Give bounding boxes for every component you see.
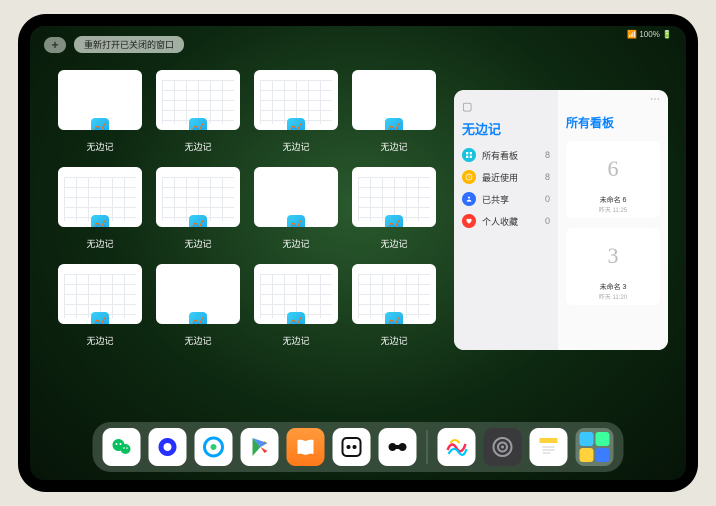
window-card[interactable]: 无边记 xyxy=(254,70,338,153)
window-thumbnail[interactable] xyxy=(352,167,436,227)
window-label: 无边记 xyxy=(282,237,309,250)
share-icon xyxy=(462,192,476,206)
dock-app-notes[interactable] xyxy=(530,428,568,466)
window-thumbnail[interactable] xyxy=(352,264,436,324)
clock-icon xyxy=(462,170,476,184)
more-icon[interactable]: ⋯ xyxy=(650,94,660,105)
window-card[interactable]: 无边记 xyxy=(156,264,240,347)
category-count: 0 xyxy=(545,194,550,204)
window-thumbnail[interactable] xyxy=(254,70,338,130)
category-count: 0 xyxy=(545,216,550,226)
dock-folder[interactable] xyxy=(576,428,614,466)
category-row-heart[interactable]: 个人收藏 0 xyxy=(462,214,550,228)
category-row-grid[interactable]: 所有看板 8 xyxy=(462,148,550,162)
freeform-app-icon xyxy=(385,312,403,324)
window-thumbnail[interactable] xyxy=(58,264,142,324)
heart-icon xyxy=(462,214,476,228)
category-row-clock[interactable]: 最近使用 8 xyxy=(462,170,550,184)
freeform-app-icon xyxy=(91,215,109,227)
window-label: 无边记 xyxy=(86,140,113,153)
window-thumbnail[interactable] xyxy=(58,167,142,227)
window-card[interactable]: 无边记 xyxy=(254,264,338,347)
window-card[interactable]: 无边记 xyxy=(156,70,240,153)
app-switcher-grid: 无边记无边记无边记无边记无边记无边记无边记无边记无边记无边记无边记无边记 xyxy=(58,70,448,347)
new-window-button[interactable]: + xyxy=(44,37,66,53)
freeform-app-icon xyxy=(385,118,403,130)
window-card[interactable]: 无边记 xyxy=(58,264,142,347)
window-card[interactable]: 无边记 xyxy=(352,264,436,347)
board-card[interactable]: 6 未命名 6 昨天 11:25 xyxy=(566,141,660,218)
window-thumbnail[interactable] xyxy=(254,167,338,227)
grid-icon xyxy=(462,148,476,162)
screen: 📶 100% 🔋 + 重新打开已关闭的窗口 无边记无边记无边记无边记无边记无边记… xyxy=(30,26,686,480)
board-name: 未命名 3 xyxy=(570,280,656,292)
window-card[interactable]: 无边记 xyxy=(58,167,142,250)
window-label: 无边记 xyxy=(380,237,407,250)
sidebar-toggle-icon[interactable]: ▢ xyxy=(462,100,550,113)
window-card[interactable]: 无边记 xyxy=(156,167,240,250)
category-count: 8 xyxy=(545,172,550,182)
window-label: 无边记 xyxy=(184,140,211,153)
window-label: 无边记 xyxy=(184,237,211,250)
window-label: 无边记 xyxy=(86,334,113,347)
freeform-app-icon xyxy=(91,312,109,324)
dock-app-play[interactable] xyxy=(241,428,279,466)
category-count: 8 xyxy=(545,150,550,160)
dock-app-freeform[interactable] xyxy=(438,428,476,466)
reopen-closed-window-button[interactable]: 重新打开已关闭的窗口 xyxy=(74,36,184,53)
window-thumbnail[interactable] xyxy=(58,70,142,130)
window-label: 无边记 xyxy=(86,237,113,250)
dock-app-settings[interactable] xyxy=(484,428,522,466)
board-card[interactable]: 3 未命名 3 昨天 11:20 xyxy=(566,228,660,305)
window-label: 无边记 xyxy=(282,140,309,153)
window-card[interactable]: 无边记 xyxy=(58,70,142,153)
dock xyxy=(93,422,624,472)
window-label: 无边记 xyxy=(380,334,407,347)
dock-app-quark[interactable] xyxy=(149,428,187,466)
window-label: 无边记 xyxy=(380,140,407,153)
window-thumbnail[interactable] xyxy=(156,70,240,130)
tablet-frame: 📶 100% 🔋 + 重新打开已关闭的窗口 无边记无边记无边记无边记无边记无边记… xyxy=(18,14,698,492)
freeform-app-icon xyxy=(287,215,305,227)
window-card[interactable]: 无边记 xyxy=(254,167,338,250)
panel-left-title: 无边记 xyxy=(462,119,550,138)
freeform-app-icon xyxy=(287,118,305,130)
window-label: 无边记 xyxy=(184,334,211,347)
window-card[interactable]: 无边记 xyxy=(352,70,436,153)
category-label: 最近使用 xyxy=(482,171,518,184)
panel-sidebar: ▢ 无边记 所有看板 8 最近使用 8 已共享 0 个人收藏 0 xyxy=(454,90,558,350)
board-name: 未命名 6 xyxy=(570,193,656,205)
panel-right-title: 所有看板 xyxy=(566,114,660,131)
category-label: 所有看板 xyxy=(482,149,518,162)
freeform-app-icon xyxy=(189,312,207,324)
window-thumbnail[interactable] xyxy=(156,264,240,324)
panel-content: ⋯ 所有看板 6 未命名 6 昨天 11:25 3 未命名 3 昨天 11:20 xyxy=(558,90,668,350)
window-label: 无边记 xyxy=(282,334,309,347)
dock-separator xyxy=(427,430,428,464)
dock-app-books[interactable] xyxy=(287,428,325,466)
freeform-app-icon xyxy=(189,118,207,130)
dock-app-qqbrowser[interactable] xyxy=(195,428,233,466)
window-thumbnail[interactable] xyxy=(352,70,436,130)
category-label: 已共享 xyxy=(482,193,509,206)
freeform-app-icon xyxy=(287,312,305,324)
window-thumbnail[interactable] xyxy=(156,167,240,227)
top-controls: + 重新打开已关闭的窗口 xyxy=(44,36,184,53)
category-label: 个人收藏 xyxy=(482,215,518,228)
freeform-app-icon xyxy=(385,215,403,227)
window-card[interactable]: 无边记 xyxy=(352,167,436,250)
freeform-app-icon xyxy=(189,215,207,227)
board-timestamp: 昨天 11:20 xyxy=(570,292,656,301)
freeform-side-panel: ▢ 无边记 所有看板 8 最近使用 8 已共享 0 个人收藏 0 ⋯ 所有看板 … xyxy=(454,90,668,350)
board-thumbnail: 3 xyxy=(570,232,656,280)
freeform-app-icon xyxy=(91,118,109,130)
status-bar: 📶 100% 🔋 xyxy=(627,30,672,39)
dock-app-dumbbell[interactable] xyxy=(379,428,417,466)
dock-app-wechat[interactable] xyxy=(103,428,141,466)
window-thumbnail[interactable] xyxy=(254,264,338,324)
dock-app-dots[interactable] xyxy=(333,428,371,466)
board-timestamp: 昨天 11:25 xyxy=(570,205,656,214)
category-row-share[interactable]: 已共享 0 xyxy=(462,192,550,206)
board-thumbnail: 6 xyxy=(570,145,656,193)
